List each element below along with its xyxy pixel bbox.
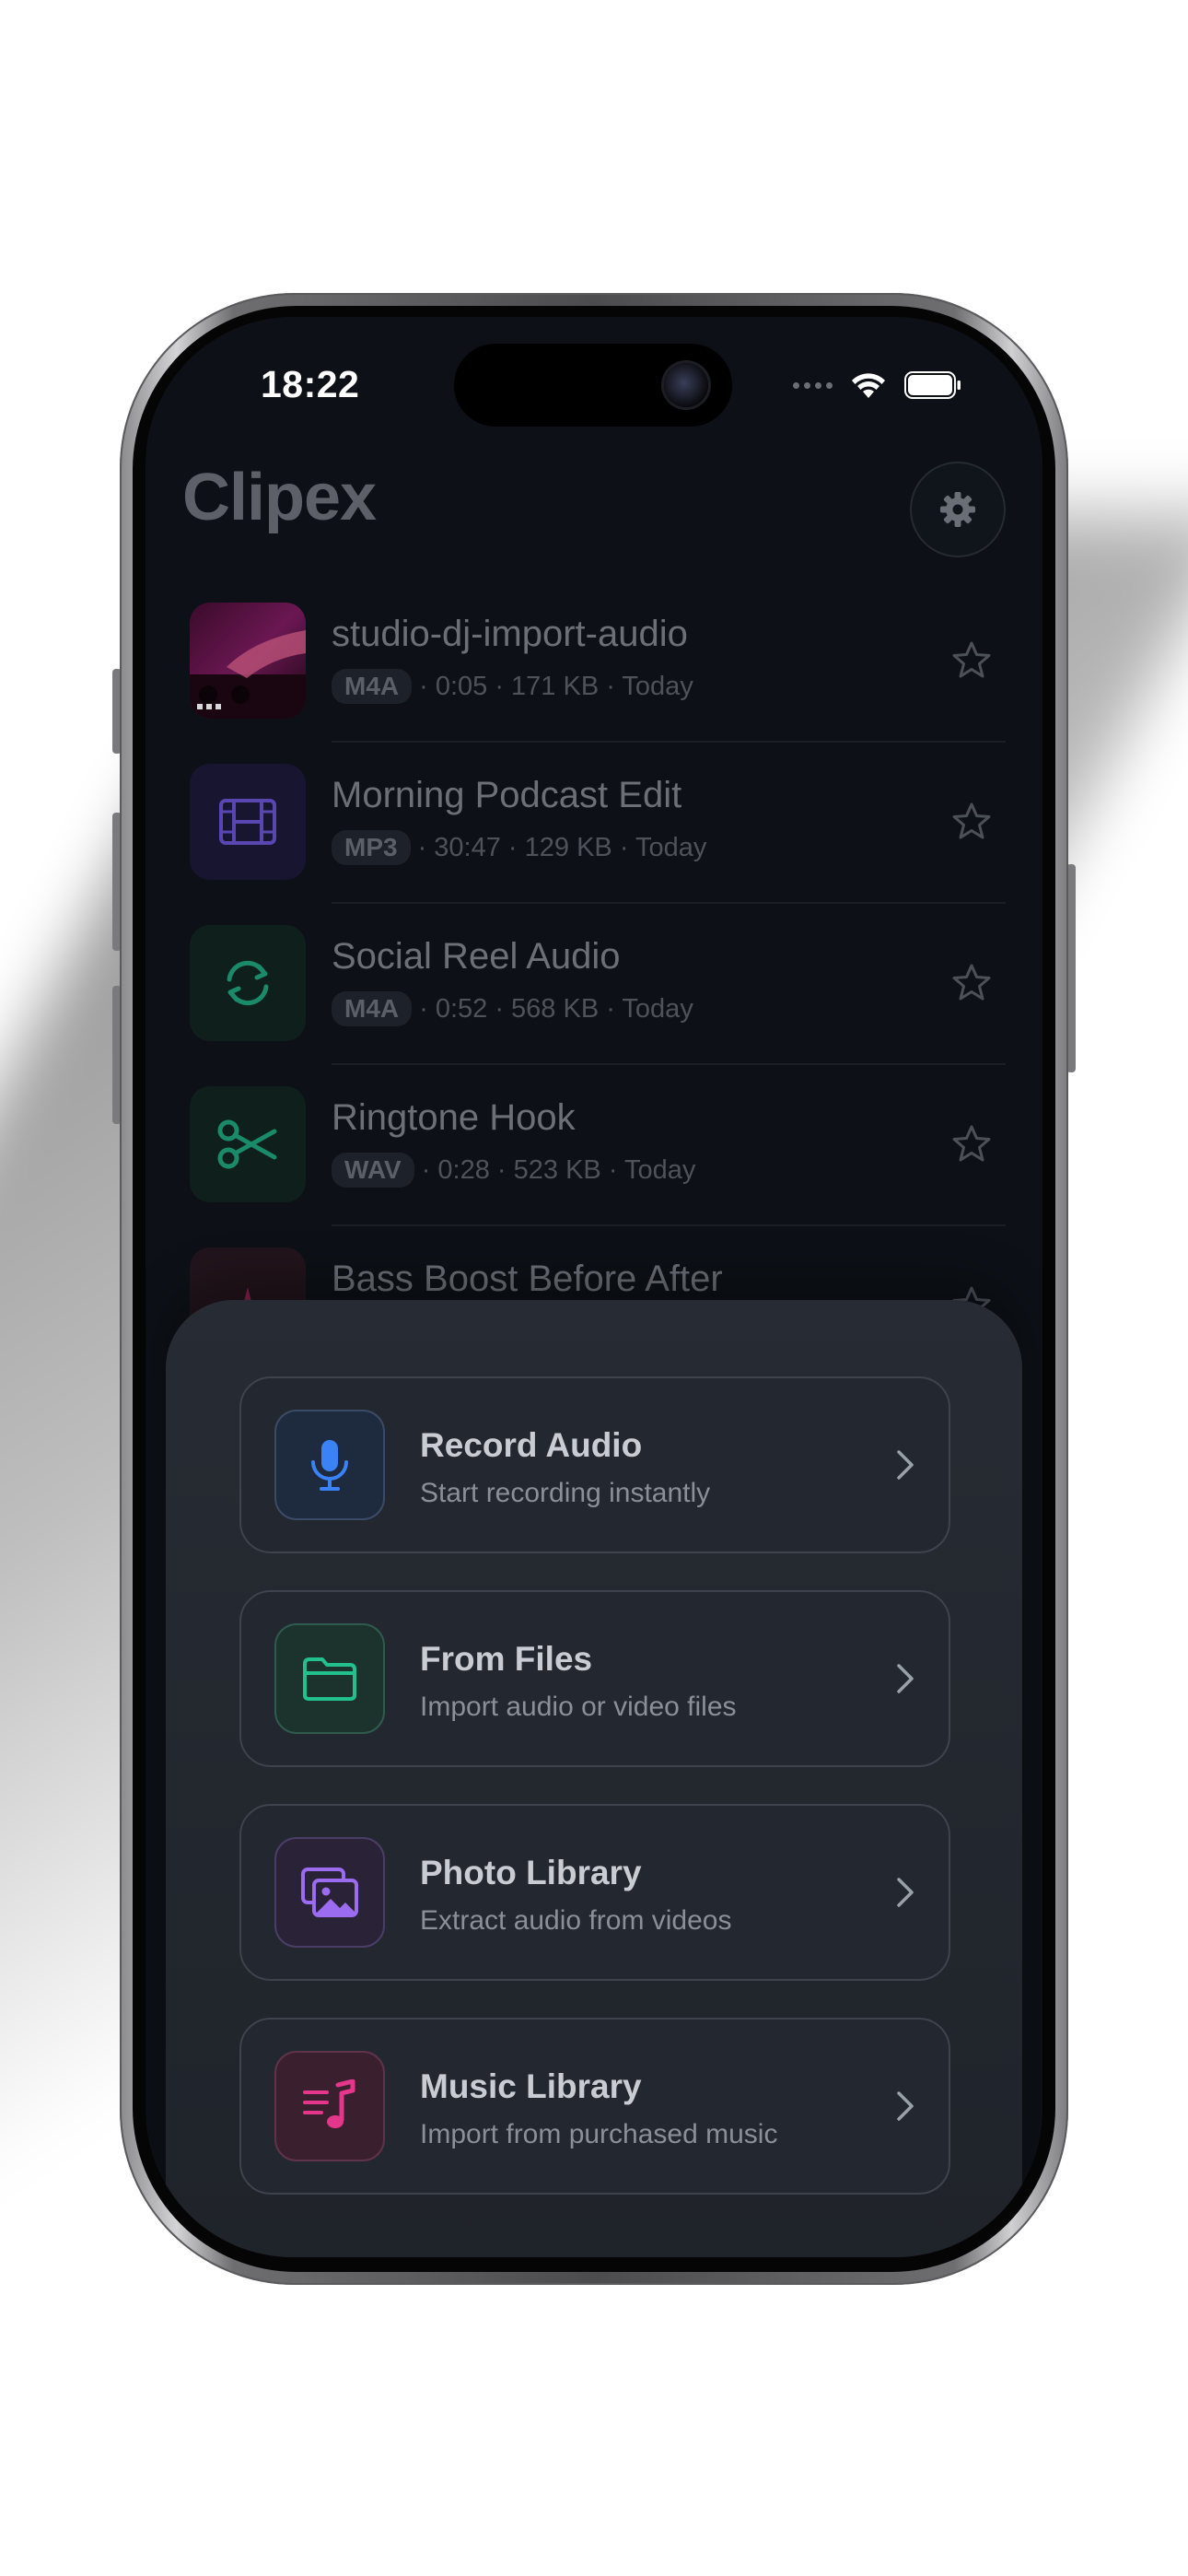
- microphone-icon: [311, 1440, 348, 1491]
- list-item[interactable]: Ringtone Hook WAV · 0:28 · 523 KB · Toda…: [190, 1086, 1006, 1247]
- cellular-signal-icon: [793, 381, 833, 389]
- front-camera: [664, 363, 708, 407]
- from-files-option[interactable]: From Files Import audio or video files: [239, 1590, 950, 1767]
- recordings-list: studio-dj-import-audio M4A · 0:05 · 171 …: [190, 603, 1006, 1409]
- option-title: Record Audio: [420, 1426, 643, 1464]
- option-title: From Files: [420, 1640, 593, 1678]
- recording-meta: MP3 · 30:47 · 129 KB · Today: [332, 830, 706, 865]
- photos-icon: [301, 1868, 358, 1917]
- photo-library-option[interactable]: Photo Library Extract audio from videos: [239, 1804, 950, 1981]
- star-icon[interactable]: [950, 639, 993, 682]
- list-item[interactable]: Social Reel Audio M4A · 0:52 · 568 KB · …: [190, 925, 1006, 1086]
- status-time: 18:22: [261, 363, 360, 405]
- row-divider: [332, 741, 1006, 743]
- recording-title: Bass Boost Before After: [332, 1259, 723, 1299]
- import-sheet: Record Audio Start recording instantly F…: [166, 1300, 1022, 2257]
- row-divider: [332, 902, 1006, 904]
- recording-title: Social Reel Audio: [332, 936, 621, 977]
- star-icon[interactable]: [950, 962, 993, 1004]
- format-badge: M4A: [332, 991, 413, 1026]
- format-badge: M4A: [332, 669, 413, 704]
- app-title: Clipex: [182, 461, 377, 534]
- star-icon[interactable]: [950, 1123, 993, 1165]
- sync-icon: [227, 960, 269, 1006]
- recording-details: · 0:52 · 568 KB · Today: [419, 993, 693, 1024]
- from-files-icon-tile: [274, 1623, 385, 1734]
- folder-icon: [303, 1657, 356, 1701]
- recording-meta: M4A · 0:05 · 171 KB · Today: [332, 669, 693, 704]
- recording-details: · 30:47 · 129 KB · Today: [417, 832, 707, 862]
- music-library-option[interactable]: Music Library Import from purchased musi…: [239, 2018, 950, 2195]
- app-screen: 18:22 Clipex studio-dj-import-audio M4A …: [146, 317, 1042, 2257]
- option-subtitle: Extract audio from videos: [420, 1905, 732, 1936]
- recording-title: studio-dj-import-audio: [332, 614, 688, 654]
- studio-photo: [190, 603, 306, 719]
- record-audio-icon-tile: [274, 1410, 385, 1520]
- chevron-right-icon: [897, 1450, 914, 1480]
- chevron-right-icon: [897, 2091, 914, 2121]
- recording-thumbnail: [190, 1086, 306, 1202]
- format-badge: MP3: [332, 830, 411, 865]
- recording-meta: WAV · 0:28 · 523 KB · Today: [332, 1153, 695, 1188]
- row-divider: [332, 1224, 1006, 1226]
- star-icon[interactable]: [950, 801, 993, 843]
- format-badge: WAV: [332, 1153, 414, 1188]
- scissors-icon: [217, 1119, 277, 1169]
- chevron-right-icon: [897, 1878, 914, 1907]
- option-subtitle: Import audio or video files: [420, 1692, 737, 1722]
- option-subtitle: Start recording instantly: [420, 1478, 711, 1508]
- record-audio-option[interactable]: Record Audio Start recording instantly: [239, 1376, 950, 1553]
- row-divider: [332, 1063, 1006, 1065]
- music-note-icon: [303, 2079, 355, 2128]
- photo-library-icon-tile: [274, 1837, 385, 1948]
- chevron-right-icon: [897, 1664, 914, 1693]
- list-item[interactable]: Morning Podcast Edit MP3 · 30:47 · 129 K…: [190, 764, 1006, 925]
- recording-details: · 0:05 · 171 KB · Today: [419, 671, 693, 701]
- gear-icon: [940, 492, 975, 527]
- option-title: Music Library: [420, 2067, 642, 2105]
- recording-meta: M4A · 0:52 · 568 KB · Today: [332, 991, 693, 1026]
- recording-title: Ringtone Hook: [332, 1097, 576, 1138]
- option-subtitle: Import from purchased music: [420, 2119, 778, 2149]
- battery-icon: [904, 371, 961, 399]
- recording-title: Morning Podcast Edit: [332, 775, 682, 815]
- studio-photo-thumbnail: [190, 603, 306, 719]
- wifi-icon: [852, 373, 885, 398]
- status-indicators: [793, 370, 961, 400]
- dynamic-island: [454, 344, 732, 427]
- recording-details: · 0:28 · 523 KB · Today: [421, 1154, 696, 1185]
- settings-button[interactable]: [910, 462, 1006, 557]
- film-icon: [219, 799, 276, 845]
- list-item[interactable]: studio-dj-import-audio M4A · 0:05 · 171 …: [190, 603, 1006, 764]
- option-title: Photo Library: [420, 1854, 642, 1891]
- music-library-icon-tile: [274, 2051, 385, 2161]
- recording-thumbnail: [190, 925, 306, 1041]
- recording-thumbnail: [190, 764, 306, 880]
